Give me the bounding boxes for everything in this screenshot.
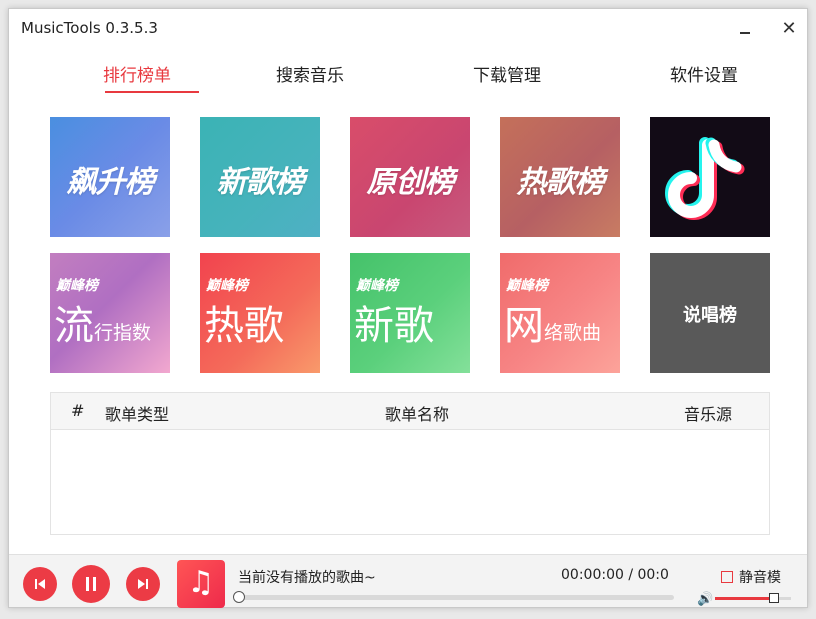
playlist-table: # 歌单类型 歌单名称 音乐源 xyxy=(50,392,770,535)
mute-toggle[interactable]: 静音模 xyxy=(721,567,781,587)
tab-search-music-label: 搜索音乐 xyxy=(276,66,344,86)
chart-tile-internet-songs-sub: 络歌曲 xyxy=(544,322,602,344)
chart-tile-trend-index-brand: 巅峰榜 xyxy=(56,278,98,294)
now-playing-text: 当前没有播放的歌曲~ xyxy=(238,570,376,586)
column-header-playlist-name: 歌单名称 xyxy=(385,405,450,424)
tiktok-logo-icon xyxy=(665,137,745,220)
tab-charts-label: 排行榜单 xyxy=(103,66,171,86)
play-pause-button[interactable] xyxy=(72,565,110,603)
active-tab-underline xyxy=(105,91,199,93)
playlist-table-header: # 歌单类型 歌单名称 音乐源 xyxy=(51,393,769,430)
chart-tile-trend-index-main: 流行指数 xyxy=(54,293,151,351)
chart-tile-new-songs[interactable]: 新歌榜 xyxy=(200,117,320,237)
chart-tile-peak-hot-main: 热歌 xyxy=(204,303,284,349)
window-title: MusicTools 0.3.5.3 xyxy=(21,19,158,37)
tab-settings[interactable]: 软件设置 xyxy=(634,61,774,86)
tab-download-manager[interactable]: 下载管理 xyxy=(437,61,577,86)
skip-previous-icon xyxy=(35,579,45,589)
main-tabs: 排行榜单 搜索音乐 下载管理 软件设置 xyxy=(9,57,807,93)
mute-label: 静音模 xyxy=(739,570,781,586)
chart-tile-trend-index-sub: 行指数 xyxy=(94,322,152,344)
title-bar: MusicTools 0.3.5.3 ✕ xyxy=(9,9,807,49)
column-header-index: # xyxy=(71,401,85,420)
tab-search-music[interactable]: 搜索音乐 xyxy=(240,61,380,86)
volume-knob[interactable] xyxy=(769,593,780,603)
tab-charts[interactable]: 排行榜单 xyxy=(67,61,207,93)
chart-tile-original-label: 原创榜 xyxy=(366,165,455,200)
chart-tile-peak-new-brand: 巅峰榜 xyxy=(356,278,398,294)
tab-download-manager-label: 下载管理 xyxy=(473,66,541,86)
chart-tile-original[interactable]: 原创榜 xyxy=(350,117,470,237)
chart-tile-soaring[interactable]: 飙升榜 xyxy=(50,117,170,237)
volume-icon: 🔊 xyxy=(697,592,714,607)
player-bar: ♫ 当前没有播放的歌曲~ 00:00:00 / 00:0 静音模 🔊 xyxy=(9,554,807,608)
column-header-playlist-type: 歌单类型 xyxy=(105,405,170,424)
progress-bar[interactable] xyxy=(233,591,674,603)
volume-slider[interactable] xyxy=(715,593,791,603)
progress-knob[interactable] xyxy=(233,591,245,603)
chart-tile-hot-songs[interactable]: 热歌榜 xyxy=(500,117,620,237)
chart-tile-peak-hot[interactable]: 巅峰榜 热歌 xyxy=(200,253,320,373)
chart-tile-rap-label: 说唱榜 xyxy=(683,305,737,326)
playback-time: 00:00:00 / 00:0 xyxy=(561,567,669,583)
chart-tile-trend-index[interactable]: 巅峰榜 流行指数 xyxy=(50,253,170,373)
music-note-icon: ♫ xyxy=(187,565,215,600)
chart-tile-soaring-label: 飙升榜 xyxy=(66,165,155,200)
chart-tile-internet-songs-brand: 巅峰榜 xyxy=(506,278,548,294)
chart-tile-internet-songs[interactable]: 巅峰榜 网络歌曲 xyxy=(500,253,620,373)
previous-track-button[interactable] xyxy=(23,567,57,601)
close-button[interactable]: ✕ xyxy=(776,17,802,41)
album-cover: ♫ xyxy=(177,560,225,608)
tab-settings-label: 软件设置 xyxy=(670,66,738,86)
chart-tile-peak-new[interactable]: 巅峰榜 新歌 xyxy=(350,253,470,373)
next-track-button[interactable] xyxy=(126,567,160,601)
chart-tile-peak-hot-brand: 巅峰榜 xyxy=(206,278,248,294)
column-header-music-source: 音乐源 xyxy=(684,405,733,424)
volume-fill xyxy=(715,597,775,600)
app-window: MusicTools 0.3.5.3 ✕ 排行榜单 搜索音乐 下载管理 软件设置… xyxy=(8,8,808,608)
chart-tile-new-songs-label: 新歌榜 xyxy=(216,165,305,200)
mute-checkbox[interactable] xyxy=(721,571,733,583)
chart-tile-rap[interactable]: 说唱榜 xyxy=(650,253,770,373)
pause-icon xyxy=(86,577,96,591)
chart-tile-hot-songs-label: 热歌榜 xyxy=(516,165,605,200)
minimize-button[interactable] xyxy=(733,17,759,41)
chart-tile-internet-songs-main-text: 网 xyxy=(504,303,544,349)
chart-tile-peak-new-main: 新歌 xyxy=(354,303,434,349)
chart-tile-internet-songs-main: 网络歌曲 xyxy=(504,293,601,351)
skip-next-icon xyxy=(138,579,148,589)
chart-tile-tiktok[interactable] xyxy=(650,117,770,237)
chart-tile-trend-index-main-text: 流 xyxy=(54,303,94,349)
